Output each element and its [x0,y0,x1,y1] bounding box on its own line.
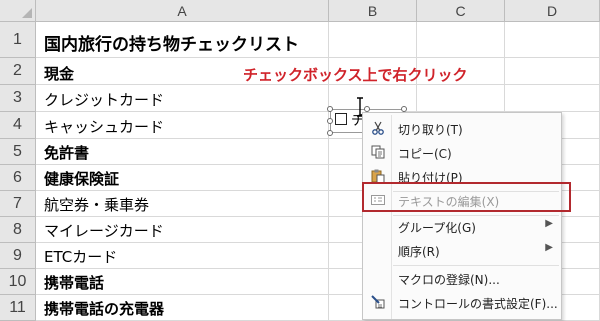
scissors-icon [372,121,384,135]
annotation-text: チェックボックス上で右クリック [243,66,468,84]
cell-a9[interactable]: ETCカード [44,246,117,267]
resize-handle[interactable] [327,118,333,124]
cell-a3[interactable]: クレジットカード [44,89,164,110]
menu-item-assign-macro[interactable]: マクロの登録(N)... [363,266,561,290]
menu-item-label: コピー(C) [398,147,452,161]
menu-item-order[interactable]: 順序(R) ▶ [363,238,561,262]
menu-item-label: 切り取り(T) [398,123,463,137]
resize-handle[interactable] [327,106,333,112]
row-header-5[interactable]: 5 [0,139,36,165]
submenu-arrow-icon: ▶ [545,242,553,253]
row-header-7[interactable]: 7 [0,191,36,217]
menu-item-label: グループ化(G) [398,221,476,235]
cell-a8[interactable]: マイレージカード [44,220,164,241]
column-header-b[interactable]: B [329,0,417,22]
row-header-2[interactable]: 2 [0,58,36,85]
cell-a11[interactable]: 携帯電話の充電器 [44,298,164,319]
menu-item-label: マクロの登録(N)... [398,273,500,287]
menu-item-cut[interactable]: 切り取り(T) [363,116,561,140]
menu-item-label: コントロールの書式設定(F)... [398,297,558,311]
select-all-corner[interactable] [0,0,36,22]
row-header-8[interactable]: 8 [0,217,36,243]
menu-item-label: 順序(R) [398,245,440,259]
row-header-11[interactable]: 11 [0,295,36,321]
row-header-10[interactable]: 10 [0,269,36,295]
cell-a2[interactable]: 現金 [44,63,74,84]
column-header-a[interactable]: A [36,0,329,22]
row-header-4[interactable]: 4 [0,112,36,139]
menu-item-format-control[interactable]: コントロールの書式設定(F)... [363,290,561,314]
cell-a4[interactable]: キャッシュカード [44,116,164,137]
row-header-1[interactable]: 1 [0,22,36,58]
resize-handle[interactable] [327,130,333,136]
cell-a6[interactable]: 健康保険証 [44,168,119,189]
column-header-d[interactable]: D [505,0,600,22]
checkbox-square[interactable] [335,113,347,125]
cell-a10[interactable]: 携帯電話 [44,272,104,293]
row-header-6[interactable]: 6 [0,165,36,191]
column-header-c[interactable]: C [417,0,505,22]
context-menu: 切り取り(T) コピー(C) 貼り付け(P) テキストの編集(X) グループ化(… [362,112,562,320]
submenu-arrow-icon: ▶ [545,218,553,229]
cell-a5[interactable]: 免許書 [44,142,89,163]
cell-a1[interactable]: 国内旅行の持ち物チェックリスト [44,30,299,55]
cell-a7[interactable]: 航空券・乗車券 [44,194,149,215]
highlight-box [362,182,571,212]
menu-item-group[interactable]: グループ化(G) ▶ [363,214,561,238]
row-header-3[interactable]: 3 [0,85,36,112]
format-control-icon [371,295,385,309]
row-header-9[interactable]: 9 [0,243,36,269]
menu-item-copy[interactable]: コピー(C) [363,140,561,164]
copy-icon [371,145,385,159]
